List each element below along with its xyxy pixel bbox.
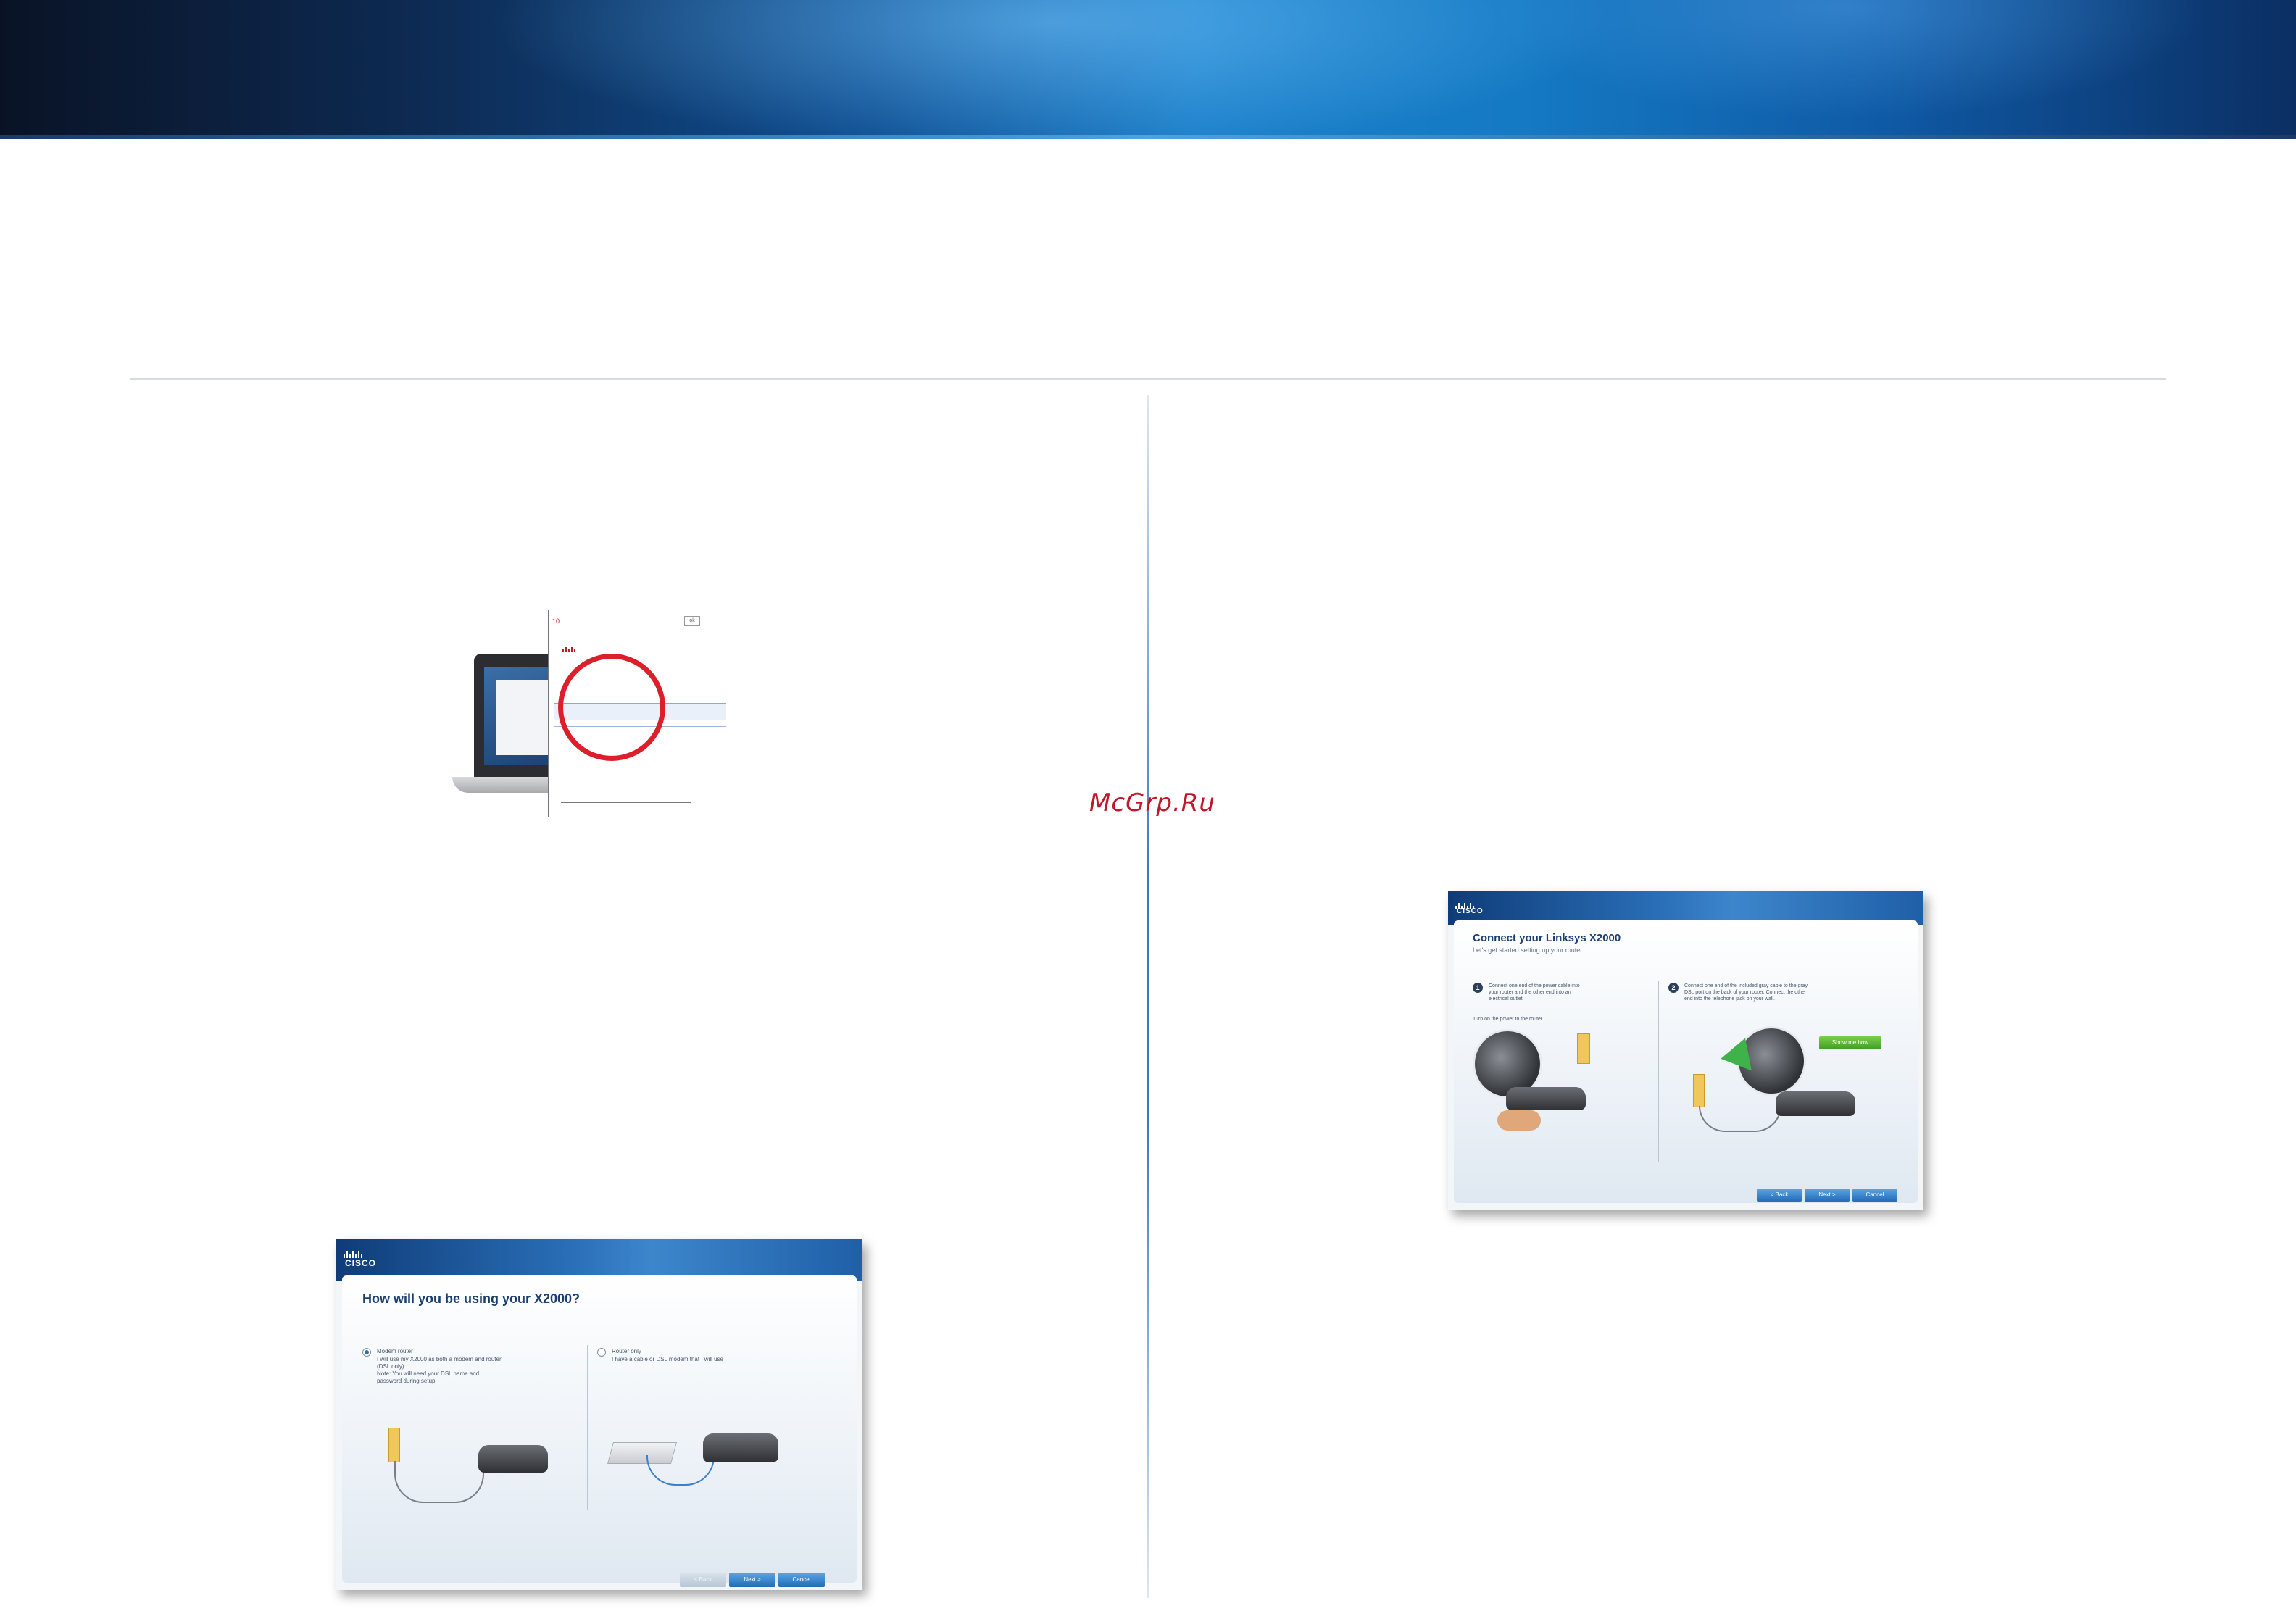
panel-red-label: 10 (552, 617, 560, 625)
window-subtitle: Let's get started setting up your router… (1473, 946, 1584, 954)
router-only-desc: I have a cable or DSL modem that I will … (612, 1356, 723, 1362)
back-button[interactable]: < Back (680, 1573, 726, 1587)
window-body: How will you be using your X2000? Modem … (342, 1275, 857, 1587)
watermark: McGrp.Ru (1089, 788, 1215, 817)
modem-router-desc: (DSL only) (377, 1363, 404, 1370)
step-2-text: DSL port on the back of your router. Con… (1684, 990, 1807, 995)
back-button[interactable]: < Back (1757, 1189, 1802, 1202)
step-1-badge: 1 (1473, 983, 1483, 993)
highlight-circle-icon (558, 654, 665, 761)
step-2-badge: 2 (1668, 983, 1679, 993)
options-divider (587, 1345, 588, 1510)
next-button[interactable]: Next > (729, 1573, 775, 1587)
brand-label: CISCO (1457, 907, 1484, 915)
wall-jack-icon (388, 1428, 400, 1462)
step-2-text: end into the telephone jack on your wall… (1684, 996, 1775, 1002)
modem-router-note: Note: You will need your DSL name and (377, 1370, 480, 1377)
show-me-how-button[interactable]: Show me how (1819, 1036, 1881, 1049)
next-button[interactable]: Next > (1805, 1189, 1850, 1202)
cisco-logo-icon (1455, 896, 1476, 909)
brand-label: CISCO (345, 1258, 377, 1268)
modem-router-radio[interactable] (362, 1348, 371, 1357)
window-title: Connect your Linksys X2000 (1473, 932, 1621, 944)
steps-divider (1658, 981, 1659, 1162)
step-1-text: electrical outlet. (1489, 996, 1524, 1002)
step-1-text: Connect one end of the power cable into (1489, 983, 1580, 988)
cancel-button[interactable]: Cancel (778, 1573, 825, 1587)
panel-bottom-rule (561, 802, 691, 803)
modem-router-desc: I will use my X2000 as both a modem and … (377, 1356, 502, 1362)
router-only-label: Router only (612, 1348, 641, 1354)
router-icon (1506, 1087, 1586, 1110)
router-icon (1776, 1091, 1855, 1116)
panel-ok-button[interactable]: ok (684, 616, 700, 626)
step-1-note: Turn on the power to the router. (1473, 1017, 1544, 1022)
router-icon (478, 1445, 548, 1473)
modem-router-label: Modem router (377, 1348, 413, 1354)
zoomed-panel-edge (548, 610, 549, 817)
step-1-text: your router and the other end into an (1489, 990, 1571, 995)
hand-icon (1497, 1110, 1541, 1131)
modem-router-note: password during setup. (377, 1378, 437, 1384)
cisco-logo-icon (344, 1245, 364, 1258)
window-body: Connect your Linksys X2000 Let's get sta… (1454, 920, 1918, 1203)
router-only-radio[interactable] (597, 1348, 606, 1357)
usage-window: CISCO How will you be using your X2000? … (336, 1239, 862, 1590)
step-2-text: Connect one end of the included gray cab… (1684, 983, 1808, 988)
header-banner (0, 0, 2296, 139)
phone-jack-icon (1693, 1074, 1705, 1107)
phone-cable-icon (394, 1461, 484, 1503)
section-rule (130, 378, 2166, 380)
phone-cable-icon (1699, 1106, 1781, 1132)
electrical-outlet-icon (1577, 1033, 1590, 1064)
column-divider (1147, 395, 1149, 1598)
connect-window: CISCO Connect your Linksys X2000 Let's g… (1448, 891, 1923, 1210)
window-title: How will you be using your X2000? (362, 1291, 581, 1306)
laptop-illustration: 10 ok (452, 610, 728, 820)
router-icon (703, 1433, 778, 1462)
cisco-logo-icon (562, 639, 583, 652)
cancel-button[interactable]: Cancel (1852, 1189, 1897, 1202)
